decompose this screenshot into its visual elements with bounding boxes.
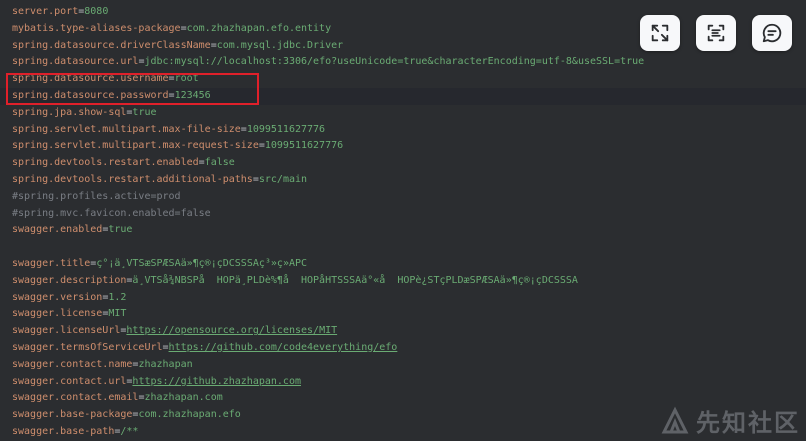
property-key: spring.devtools.restart.enabled [12,157,199,169]
property-value: com.mysql.jdbc.Driver [216,39,344,51]
comment-text: #spring.mvc.favicon.enabled=false [12,207,211,219]
code-line[interactable]: #spring.mvc.favicon.enabled=false [12,206,806,223]
code-line[interactable] [12,239,806,256]
property-key: swagger.termsOfServiceUrl [12,341,163,353]
text-recognize-icon [707,24,725,42]
code-line[interactable]: swagger.enabled=true [12,222,806,239]
property-key: spring.jpa.show-sql [12,106,127,118]
property-value: com.zhazhapan.efo [138,409,241,421]
code-line[interactable]: swagger.license=MIT [12,306,806,323]
property-key: spring.servlet.multipart.max-file-size [12,123,241,135]
property-key: swagger.title [12,257,91,269]
property-value: com.zhazhapan.efo.entity [186,22,332,34]
property-key: spring.datasource.url [12,56,139,68]
expand-button[interactable] [640,15,680,51]
property-key: swagger.contact.url [12,375,127,387]
code-line[interactable]: swagger.title=ç°¡ä¸VTSæSPÆSAä»¶ç®¡çDCSSS… [12,256,806,273]
property-key: swagger.base-package [12,409,133,421]
property-key: swagger.version [12,291,103,303]
code-line[interactable]: swagger.contact.url=https://github.zhazh… [12,374,806,391]
property-key: swagger.description [12,274,127,286]
code-line[interactable]: spring.datasource.password=123456 [0,87,806,105]
property-value: 1.2 [108,291,127,303]
property-key: mybatis.type-aliases-package [12,22,181,34]
comment-icon [762,23,782,43]
code-line[interactable]: swagger.licenseUrl=https://opensource.or… [12,323,806,340]
property-key: spring.datasource.password [12,89,169,101]
property-key: swagger.license [12,308,103,320]
property-value: 123456 [174,89,211,101]
code-line[interactable]: swagger.termsOfServiceUrl=https://github… [12,340,806,357]
property-key: spring.devtools.restart.additional-paths [12,173,253,185]
code-line[interactable]: #spring.profiles.active=prod [12,189,806,206]
code-area[interactable]: server.port=8080 mybatis.type-aliases-pac… [0,4,806,441]
watermark: 先知社区 [660,403,800,438]
property-value: 1099511627776 [246,123,326,135]
property-value: zhazhapan.com [144,392,223,404]
property-value: ç°¡ä¸VTSæSPÆSAä»¶ç®¡çDCSSSAç³»ç»APC [96,257,308,269]
code-line[interactable]: spring.jpa.show-sql=true [12,105,806,122]
property-key: spring.datasource.username [12,73,169,85]
property-value: src/main [258,173,308,185]
floating-toolbar [640,15,792,51]
property-value: 1099511627776 [264,140,344,152]
code-line[interactable]: swagger.contact.name=zhazhapan [12,357,806,374]
property-value: /** [120,425,139,437]
property-value: false [204,157,235,169]
code-editor[interactable]: server.port=8080 mybatis.type-aliases-pac… [0,0,806,440]
property-value: true [132,106,157,118]
expand-icon [651,24,669,42]
comment-button[interactable] [752,15,792,51]
property-url[interactable]: https://opensource.org/licenses/MIT [126,325,337,336]
code-line[interactable]: spring.servlet.multipart.max-request-siz… [12,138,806,155]
text-recognize-button[interactable] [696,15,736,51]
watermark-logo-icon [661,406,689,433]
property-value: 8080 [84,6,109,17]
code-line[interactable]: spring.servlet.multipart.max-file-size=1… [12,122,806,139]
property-key: swagger.licenseUrl [12,325,121,337]
property-value: zhazhapan [138,358,193,370]
code-line[interactable]: spring.devtools.restart.additional-paths… [12,172,806,189]
watermark-text: 先知社区 [696,409,800,437]
comment-text: #spring.profiles.active=prod [12,190,181,202]
property-key: spring.servlet.multipart.max-request-siz… [12,140,259,152]
property-key: swagger.enabled [12,224,103,236]
property-key: swagger.contact.name [12,358,133,370]
property-url[interactable]: https://github.zhazhapan.com [132,376,301,387]
code-line[interactable]: spring.datasource.username=root [12,71,806,88]
code-line[interactable]: spring.devtools.restart.enabled=false [12,155,806,172]
property-key: swagger.base-path [12,425,115,437]
property-value: ä¸VTSå¾NBSPå HOPä¸PLDè%¶å HOPåHTSSSAä°«å… [132,274,578,286]
code-line[interactable]: swagger.description=ä¸VTSå¾NBSPå HOPä¸PL… [12,273,806,290]
property-value: jdbc:mysql://localhost:3306/efo?useUnico… [144,56,645,68]
property-url[interactable]: https://github.com/code4everything/efo [169,342,398,353]
property-value: root [174,73,199,85]
property-value: true [108,224,133,236]
property-key: swagger.contact.email [12,392,139,404]
code-line[interactable]: spring.datasource.url=jdbc:mysql://local… [12,54,806,71]
property-key: spring.datasource.driverClassName [12,39,211,51]
property-value: MIT [108,308,127,320]
code-line[interactable]: swagger.version=1.2 [12,290,806,307]
property-key: server.port [12,6,79,17]
